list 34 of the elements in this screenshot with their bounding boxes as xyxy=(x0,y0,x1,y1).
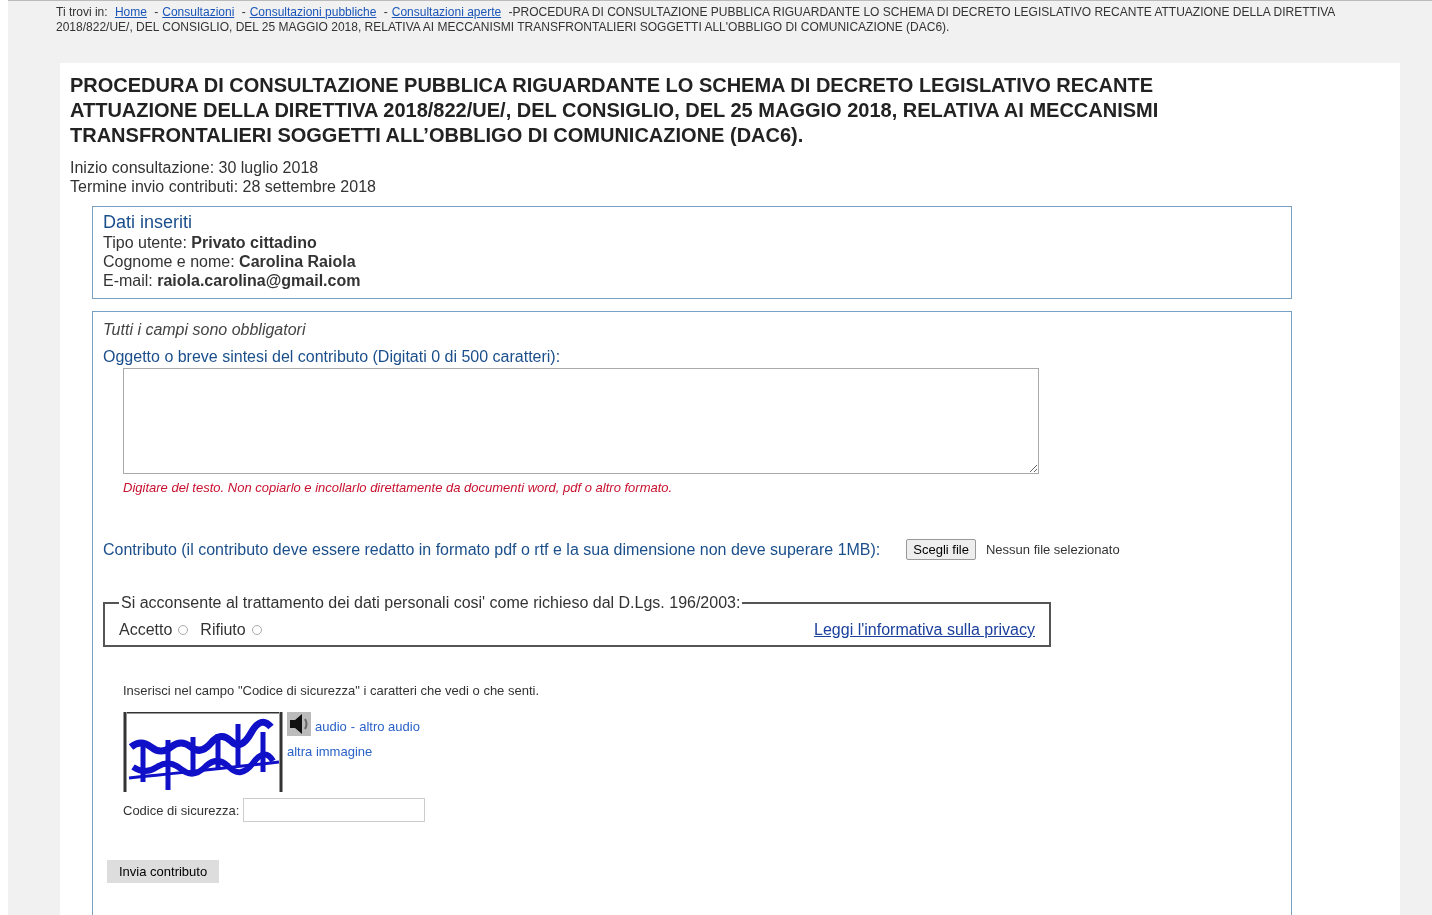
radio-label: Rifiuto xyxy=(200,620,246,639)
breadcrumb-link[interactable]: Home xyxy=(114,5,147,19)
breadcrumb-link[interactable]: Consultazioni xyxy=(162,5,235,19)
subject-field[interactable] xyxy=(123,368,1039,474)
captcha-instructions: Inserisci nel campo "Codice di sicurezza" i caratteri che vedi o che senti. xyxy=(123,682,541,700)
subject-hint: Digitare del testo. Non copiarlo e incollarlo direttamente da documenti word, pdf o altro formato. xyxy=(123,479,674,497)
speaker-icon[interactable] xyxy=(287,712,311,736)
other-audio-link[interactable]: altro audio xyxy=(359,717,420,736)
link-separator: - xyxy=(350,718,356,736)
date-line: Termine invio contributi: 28 settembre 2018 xyxy=(70,177,377,196)
other-image-link[interactable]: altra immagine xyxy=(287,742,420,761)
choose-file-button[interactable]: Scegli file xyxy=(906,539,976,560)
breadcrumb: Ti trovi in: Home - Consultazioni - Consultazioni pubbliche - Consultazioni aperte -PROCEDURA DI CONSULTAZIONE PUBBLICA RIGUARDANTE LO SCHEMA DI DECRETO LEGISLATIVO RECANTE ATTUAZIONE DELLA DIRETTIVA 2018/822/UE/, DEL CONSIGLIO, DEL 25 MAGGIO 2018, RELATIVA AI MECCANISMI TRANSFRONTALIERI SOGGETTI ALL'OBBLIGO DI COMUNICAZIONE (DAC6). xyxy=(55,4,1336,35)
radio-label: Accetto xyxy=(119,620,173,639)
submit-button[interactable]: Invia contributo xyxy=(107,860,220,883)
data-line: E-mail: raiola.carolina@gmail.com xyxy=(103,271,362,290)
code-label: Codice di sicurezza: xyxy=(123,801,240,820)
page-title: PROCEDURA DI CONSULTAZIONE PUBBLICA RIGUARDANTE LO SCHEMA DI DECRETO LEGISLATIVO RECANTE ATTUAZIONE DELLA DIRETTIVA 2018/822/UE/, DEL CONSIGLIO, DEL 25 MAGGIO 2018, RELATIVA AI MECCANISMI TRANSFRONTALIERI SOGGETTI ALL’OBBLIGO DI COMUNICAZIONE (DAC6). xyxy=(70,73,1160,148)
required-note: Tutti i campi sono obbligatori xyxy=(103,320,307,339)
subject-label: Oggetto o breve sintesi del contributo (Digitati 0 di 500 caratteri): xyxy=(103,347,562,366)
breadcrumb-link[interactable]: Consultazioni pubbliche xyxy=(249,5,377,19)
radio-button[interactable] xyxy=(178,624,189,635)
breadcrumb-link[interactable]: Consultazioni aperte xyxy=(391,5,502,19)
panel-heading: Dati inseriti xyxy=(103,211,194,233)
security-code-field[interactable] xyxy=(243,798,426,822)
audio-link[interactable]: audio xyxy=(315,717,347,736)
consent-legend: Si acconsente al trattamento dei dati personali cosi' come richieso dal D.Lgs. 196/2003: xyxy=(119,593,743,612)
data-line: Cognome e nome: Carolina Raiola xyxy=(103,252,357,271)
file-status: Nessun file selezionato xyxy=(985,541,1120,559)
radio-button[interactable] xyxy=(251,624,262,635)
date-line: Inizio consultazione: 30 luglio 2018 xyxy=(70,158,320,177)
file-label: Contributo (il contributo deve essere redatto in formato pdf o rtf e la sua dimensione non deve superare 1MB): xyxy=(103,540,881,559)
privacy-link[interactable]: Leggi l'informativa sulla privacy xyxy=(814,620,1035,639)
data-line: Tipo utente: Privato cittadino xyxy=(103,233,318,252)
